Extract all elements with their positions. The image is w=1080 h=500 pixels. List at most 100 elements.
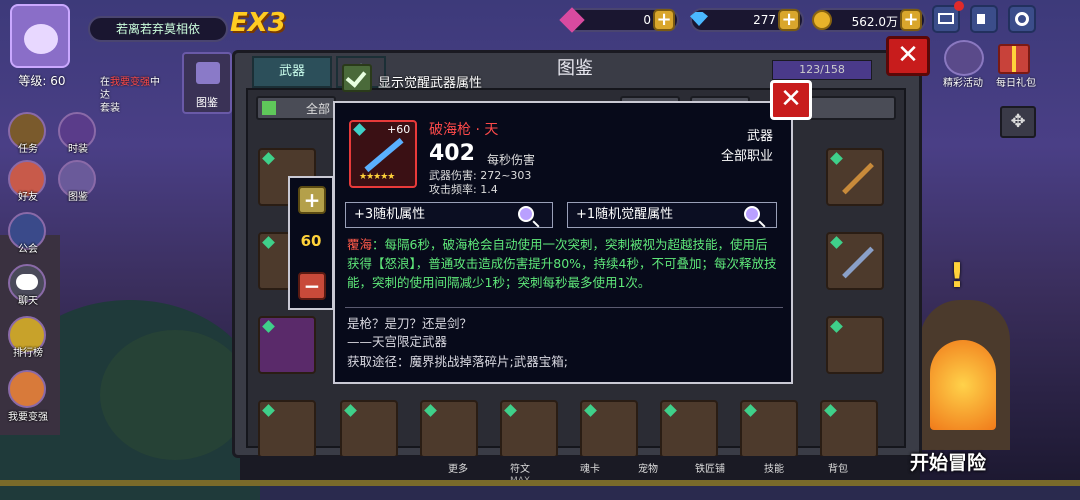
decrease-level-button[interactable]: − (298, 272, 326, 300)
skill-text: ：每隔6秒，破海枪会自动使用一次突刺，突刺被视为超越技能，使用后获得【怒浪】，普… (347, 237, 777, 290)
blue-diamond-icon (690, 12, 708, 26)
level-value: 60 (300, 232, 322, 250)
left-menu-label[interactable]: 公会 (6, 240, 50, 255)
nav-backpack[interactable]: 背包 (818, 460, 858, 475)
currency-pink-gem: 0 + (559, 7, 679, 33)
awaken-gem-icon (353, 123, 366, 136)
weapon-cell[interactable] (660, 400, 718, 458)
show-awaken-label[interactable]: 显示觉醒武器属性 (378, 72, 482, 91)
player-level: 等级: 60 (18, 74, 66, 88)
magnifier-icon (744, 206, 760, 222)
player-avatar[interactable] (10, 4, 70, 68)
add-diamond-button[interactable]: + (778, 9, 800, 31)
weapon-icon-frame: +60 ★★★★★ (349, 120, 417, 188)
magnifier-icon (518, 206, 534, 222)
ex-badge: EX3 (230, 8, 286, 38)
random-attr-button[interactable]: +3随机属性 (345, 202, 553, 228)
filter-dropdown[interactable] (800, 96, 896, 120)
gear-icon (1015, 12, 1029, 26)
awaken-attr-button[interactable]: +1随机觉醒属性 (567, 202, 777, 228)
speech-bubble (16, 274, 38, 290)
gift-label[interactable]: 每日礼包 (986, 74, 1046, 89)
weapon-cell[interactable] (740, 400, 798, 458)
increase-level-button[interactable]: + (298, 186, 326, 214)
left-menu-label[interactable]: 好友 (6, 188, 50, 203)
staff-icon (842, 162, 874, 195)
tree (100, 330, 250, 460)
codex-shortcut-button[interactable]: 图鉴 (182, 52, 232, 114)
weapon-stars: ★★★★★ (359, 172, 395, 182)
avatar-face (24, 24, 58, 54)
speaker-icon (977, 14, 985, 24)
nav-pets[interactable]: 宠物 (628, 460, 668, 475)
flavor-text-1: 是枪？是刀？还是剑？ (347, 316, 473, 331)
nav-soul-cards[interactable]: 魂卡 (570, 460, 610, 475)
level-stepper: + 60 − (288, 176, 334, 310)
left-menu-label[interactable]: 聊天 (6, 292, 50, 307)
event-icon[interactable] (944, 40, 984, 76)
portal-fire[interactable] (930, 340, 996, 430)
weapon-cell[interactable] (826, 232, 884, 290)
codex-title: 图鉴 (557, 58, 593, 79)
add-gold-button[interactable]: + (900, 9, 922, 31)
divider (345, 307, 783, 308)
weapon-plus: +60 (387, 123, 411, 136)
show-awaken-checkbox[interactable] (342, 64, 372, 92)
experience-bar (0, 480, 1080, 486)
add-pink-gem-button[interactable]: + (653, 9, 675, 31)
powerup-icon[interactable] (8, 370, 46, 408)
gift-ribbon (1012, 46, 1016, 72)
mail-icon (938, 13, 954, 24)
grid-icon (262, 101, 276, 115)
gift-icon[interactable] (998, 44, 1030, 74)
weapon-cell[interactable] (258, 400, 316, 458)
left-menu-label[interactable]: 时装 (56, 140, 100, 155)
sound-button[interactable] (970, 5, 998, 33)
magnifier-handle (532, 220, 540, 228)
dps-label: 每秒伤害 (487, 153, 536, 167)
notice-line2: 套装 (100, 103, 120, 114)
collection-count: 123/158 (772, 60, 872, 80)
filter-dropdown[interactable]: 全部 (256, 96, 336, 120)
weapon-cell[interactable] (258, 316, 316, 374)
nav-more[interactable]: 更多 (438, 460, 478, 475)
weapon-cell[interactable] (420, 400, 478, 458)
rate-value: 1.4 (480, 183, 498, 196)
weapon-cell[interactable] (820, 400, 878, 458)
start-adventure-button[interactable]: 开始冒险 (910, 448, 1030, 475)
weapon-cell[interactable] (826, 316, 884, 374)
left-menu-label[interactable]: 图鉴 (56, 188, 100, 203)
checkmark-icon (345, 66, 367, 88)
notification-dot (954, 1, 964, 11)
notice-link[interactable]: 我要变强 (110, 77, 150, 88)
weapon-cell[interactable] (580, 400, 638, 458)
currency-diamond: 277 + (690, 8, 804, 32)
quest-exclamation-icon[interactable]: ! (944, 258, 970, 294)
rate-label: 攻击频率: (429, 183, 477, 196)
weapon-type: 武器 (746, 129, 773, 144)
tab-weapons[interactable]: 武器 (252, 56, 332, 88)
nav-skills[interactable]: 技能 (754, 460, 794, 475)
weapon-cell[interactable] (340, 400, 398, 458)
settings-button[interactable] (1008, 5, 1036, 33)
close-popup-button[interactable]: ✕ (770, 80, 812, 120)
book-icon (196, 62, 220, 84)
skill-description: 覆海：每隔6秒，破海枪会自动使用一次突刺，突刺被视为超越技能，使用后获得【怒浪】… (347, 235, 777, 292)
left-menu-label[interactable]: 任务 (6, 140, 50, 155)
weapon-name: 破海枪 · 天 (429, 122, 499, 138)
left-menu-label[interactable]: 我要变强 (6, 408, 50, 423)
weapon-cell[interactable] (826, 148, 884, 206)
left-menu-label[interactable]: 排行榜 (6, 344, 50, 359)
weapon-cell[interactable] (500, 400, 558, 458)
nav-blacksmith[interactable]: 铁匠铺 (690, 460, 730, 475)
currency-value: 277 (753, 13, 776, 27)
toggle-icon[interactable]: ✥ (1000, 106, 1036, 138)
currency-value: 562.0万 (851, 15, 898, 29)
nav-runes[interactable]: 符文 (500, 460, 540, 475)
mail-button[interactable] (932, 1, 964, 33)
side-notice: 在我要变强中达 套装 (100, 76, 160, 115)
spear-icon (364, 137, 404, 173)
close-panel-button[interactable]: ✕ (886, 36, 930, 76)
flavor-text-2: ——天宫限定武器 (347, 334, 448, 349)
codex-shortcut-label: 图鉴 (196, 96, 218, 109)
